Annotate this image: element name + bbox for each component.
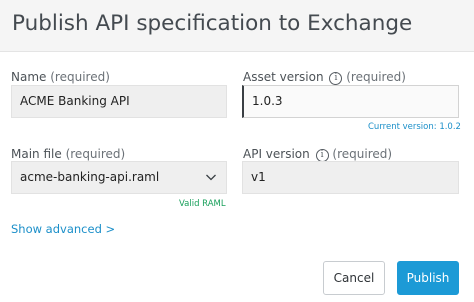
api-version-label-text: API version xyxy=(243,147,310,161)
asset-version-required-text: (required) xyxy=(346,70,406,84)
dialog-header: Publish API specification to Exchange xyxy=(0,0,474,52)
api-version-label: API version i (required) xyxy=(243,147,392,162)
asset-version-field[interactable]: 1.0.3 xyxy=(242,85,459,118)
info-icon[interactable]: i xyxy=(329,72,343,85)
name-label-text: Name xyxy=(11,70,47,84)
main-file-label: Main file (required) xyxy=(11,147,125,161)
asset-version-label: Asset version i (required) xyxy=(243,70,406,85)
name-required-text: (required) xyxy=(50,70,110,84)
main-file-required-text: (required) xyxy=(65,147,126,161)
dialog-title: Publish API specification to Exchange xyxy=(12,11,413,36)
cancel-button[interactable]: Cancel xyxy=(323,261,385,295)
main-file-label-text: Main file xyxy=(11,147,62,161)
api-version-required-text: (required) xyxy=(332,147,393,161)
name-label: Name (required) xyxy=(11,70,110,84)
current-version-hint: Current version: 1.0.2 xyxy=(368,122,461,132)
api-version-value: v1 xyxy=(251,170,266,184)
asset-version-label-text: Asset version xyxy=(243,70,324,84)
validation-status: Valid RAML xyxy=(179,199,226,209)
asset-version-value: 1.0.3 xyxy=(252,94,283,108)
api-version-field[interactable]: v1 xyxy=(242,161,459,194)
show-advanced-link[interactable]: Show advanced > xyxy=(11,222,115,236)
chevron-down-icon xyxy=(206,174,216,181)
main-file-value: acme-banking-api.raml xyxy=(20,170,160,184)
publish-button[interactable]: Publish xyxy=(397,261,459,295)
name-field[interactable]: ACME Banking API xyxy=(11,85,227,118)
name-value: ACME Banking API xyxy=(20,94,130,108)
main-file-select[interactable]: acme-banking-api.raml xyxy=(11,161,227,194)
